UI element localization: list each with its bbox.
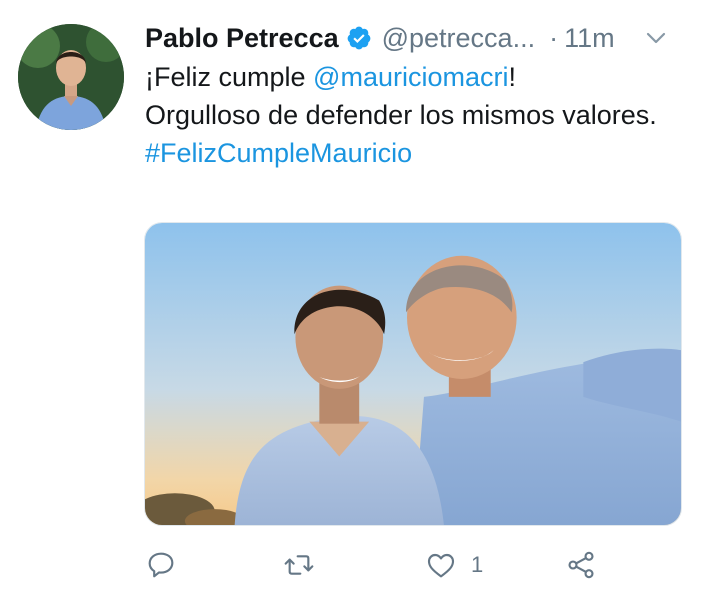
greeting-text: ¡Feliz cumple <box>145 62 314 92</box>
header-separator: · <box>549 22 559 53</box>
tweet-card[interactable]: Pablo Petrecca @petrecca... · 11m ¡Feliz… <box>0 0 706 600</box>
retweet-icon[interactable] <box>283 549 315 581</box>
tweet-text-line-2: Orgulloso de defender los mismos valores… <box>145 100 657 130</box>
tweet-text: ¡Feliz cumple @mauriciomacri! Orgulloso … <box>145 58 685 172</box>
like-count: 1 <box>471 552 484 577</box>
chevron-down-icon[interactable] <box>644 26 668 50</box>
share-icon[interactable] <box>565 549 597 581</box>
reply-action[interactable] <box>145 545 177 585</box>
avatar[interactable] <box>18 24 124 130</box>
share-action[interactable] <box>565 545 597 585</box>
reply-icon[interactable] <box>145 549 177 581</box>
tweet-photo[interactable] <box>144 222 682 526</box>
exclaim-text: ! <box>508 62 516 92</box>
hashtag-link[interactable]: #FelizCumpleMauricio <box>145 134 685 172</box>
mention-link[interactable]: @mauriciomacri <box>313 62 508 92</box>
like-action[interactable]: 1 <box>425 545 483 585</box>
tweet-header: Pablo Petrecca @petrecca... · 11m <box>145 20 690 56</box>
tweet-timestamp[interactable]: 11m <box>564 23 615 54</box>
author-display-name[interactable]: Pablo Petrecca <box>145 23 339 54</box>
tweet-text-line-1: ¡Feliz cumple @mauriciomacri! <box>145 58 685 96</box>
verified-badge-icon <box>347 26 370 50</box>
retweet-action[interactable] <box>283 545 315 585</box>
heart-icon[interactable] <box>425 549 457 581</box>
author-handle[interactable]: @petrecca... <box>382 23 535 54</box>
tweet-actions: 1 <box>145 545 615 585</box>
